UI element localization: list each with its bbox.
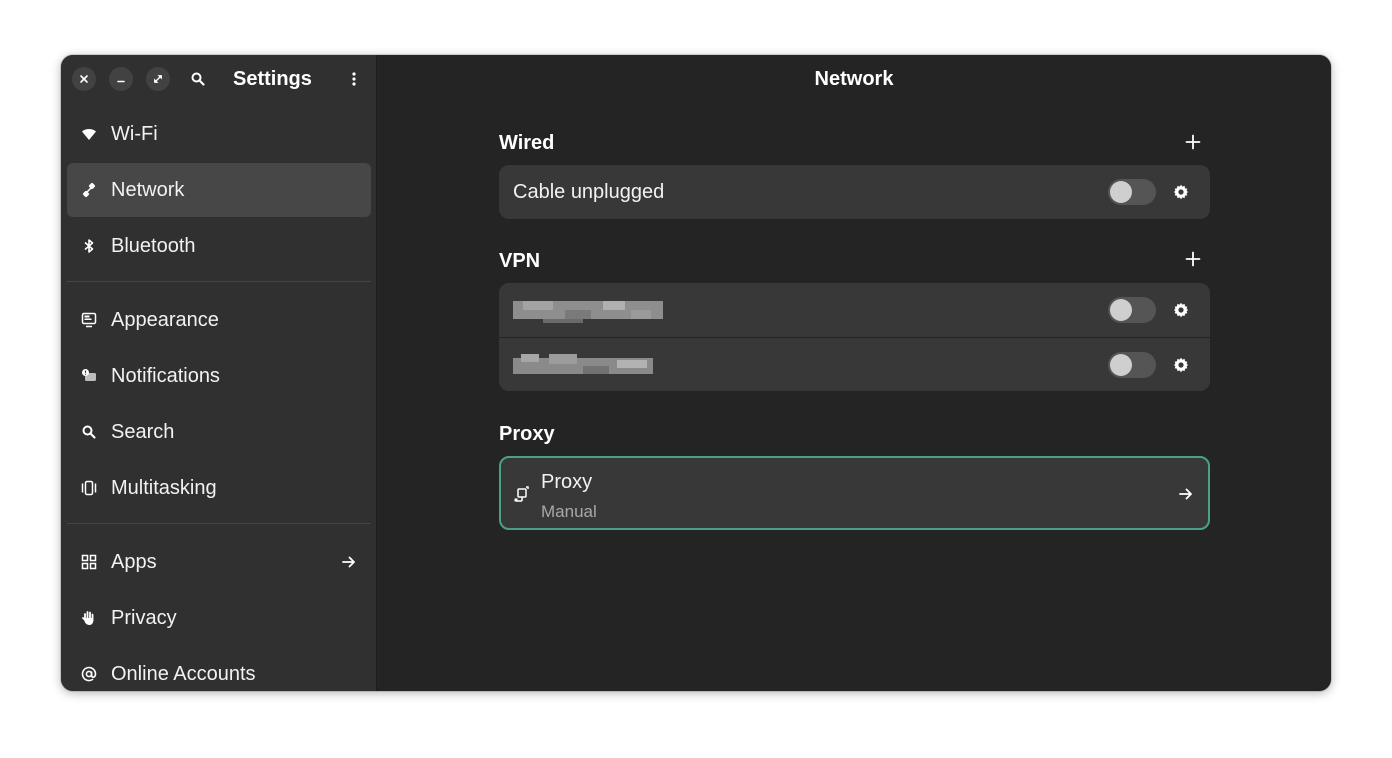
kebab-menu-icon: [352, 72, 356, 86]
proxy-icon: [514, 486, 529, 502]
proxy-row-subtitle: Manual: [541, 502, 597, 521]
apps-icon: [81, 554, 97, 570]
wired-section-label: Wired: [499, 132, 555, 154]
sidebar-item-label: Privacy: [111, 607, 177, 629]
vpn-connection-row: [499, 337, 1210, 391]
maximize-icon: [154, 75, 162, 83]
vpn-card: [499, 283, 1210, 391]
plus-icon: [1185, 251, 1201, 267]
wired-settings-button[interactable]: [1172, 183, 1190, 201]
close-icon: [80, 75, 88, 83]
sidebar-item-apps[interactable]: Apps: [67, 535, 371, 589]
sidebar-title: Settings: [233, 68, 312, 90]
appearance-icon: [81, 312, 97, 328]
vpn-toggle-switch[interactable]: [1108, 352, 1156, 378]
sidebar-item-label: Network: [111, 179, 185, 201]
vpn-connection-row: [499, 283, 1210, 337]
wired-connection-status: Cable unplugged: [513, 181, 665, 203]
arrow-right-icon: [1179, 488, 1192, 500]
sidebar-item-label: Notifications: [111, 365, 220, 387]
wired-connection-row: Cable unplugged: [499, 165, 1210, 219]
sidebar-item-online-accounts[interactable]: Online Accounts: [67, 647, 371, 691]
search-icon: [191, 72, 205, 86]
sidebar-item-search[interactable]: Search: [67, 405, 371, 459]
sidebar-item-multitasking[interactable]: Multitasking: [67, 461, 371, 515]
search-button[interactable]: [186, 67, 210, 91]
close-button[interactable]: [72, 67, 96, 91]
vpn-settings-button[interactable]: [1172, 301, 1190, 319]
maximize-button[interactable]: [146, 67, 170, 91]
minimize-button[interactable]: [109, 67, 133, 91]
minimize-icon: [117, 80, 125, 83]
gear-icon: [1173, 184, 1189, 200]
bluetooth-icon: [81, 238, 97, 254]
arrow-right-icon: [342, 556, 355, 568]
add-vpn-button[interactable]: [1181, 247, 1205, 271]
sidebar: Settings Wi-Fi Network Bluetooth Appeara…: [61, 55, 377, 691]
proxy-row-title: Proxy: [541, 471, 593, 493]
network-icon: [81, 182, 97, 198]
sidebar-item-label: Apps: [111, 551, 157, 573]
sidebar-item-label: Wi-Fi: [111, 123, 158, 145]
sidebar-item-label: Search: [111, 421, 175, 443]
switch-knob: [1110, 181, 1132, 203]
gear-icon: [1173, 357, 1189, 373]
switch-knob: [1110, 299, 1132, 321]
sidebar-item-privacy[interactable]: Privacy: [67, 591, 371, 645]
vpn-settings-button[interactable]: [1172, 356, 1190, 374]
privacy-hand-icon: [81, 610, 97, 626]
switch-knob: [1110, 354, 1132, 376]
multitasking-icon: [81, 480, 97, 496]
wifi-icon: [81, 126, 97, 142]
plus-icon: [1185, 134, 1201, 150]
settings-window: Settings Wi-Fi Network Bluetooth Appeara…: [61, 55, 1331, 691]
proxy-row[interactable]: Proxy Manual: [499, 456, 1210, 530]
sidebar-separator: [67, 523, 371, 524]
sidebar-item-notifications[interactable]: Notifications: [67, 349, 371, 403]
sidebar-item-wifi[interactable]: Wi-Fi: [67, 107, 371, 161]
at-sign-icon: [81, 666, 97, 682]
redacted-vpn-name: [513, 353, 653, 376]
vpn-section-label: VPN: [499, 250, 541, 272]
sidebar-item-label: Bluetooth: [111, 235, 196, 257]
sidebar-nav: Wi-Fi Network Bluetooth Appearance Notif…: [67, 107, 371, 691]
main-content: Network Wired Cable unplugged VPN Proxy …: [377, 55, 1331, 691]
page-title: Network: [814, 68, 894, 90]
wired-card: Cable unplugged: [499, 165, 1210, 219]
sidebar-item-label: Multitasking: [111, 477, 217, 499]
proxy-section-label: Proxy: [499, 423, 555, 445]
sidebar-item-label: Online Accounts: [111, 663, 256, 685]
redacted-vpn-name: [513, 299, 663, 323]
sidebar-item-appearance[interactable]: Appearance: [67, 293, 371, 347]
add-wired-connection-button[interactable]: [1181, 130, 1205, 154]
gear-icon: [1173, 302, 1189, 318]
sidebar-item-label: Appearance: [111, 309, 219, 331]
sidebar-separator: [67, 281, 371, 282]
sidebar-header: Settings: [61, 55, 376, 103]
sidebar-item-network[interactable]: Network: [67, 163, 371, 217]
search-icon: [81, 424, 97, 440]
vpn-toggle-switch[interactable]: [1108, 297, 1156, 323]
notifications-icon: [81, 368, 97, 384]
wired-toggle-switch[interactable]: [1108, 179, 1156, 205]
main-menu-button[interactable]: [342, 67, 366, 91]
sidebar-item-bluetooth[interactable]: Bluetooth: [67, 219, 371, 273]
